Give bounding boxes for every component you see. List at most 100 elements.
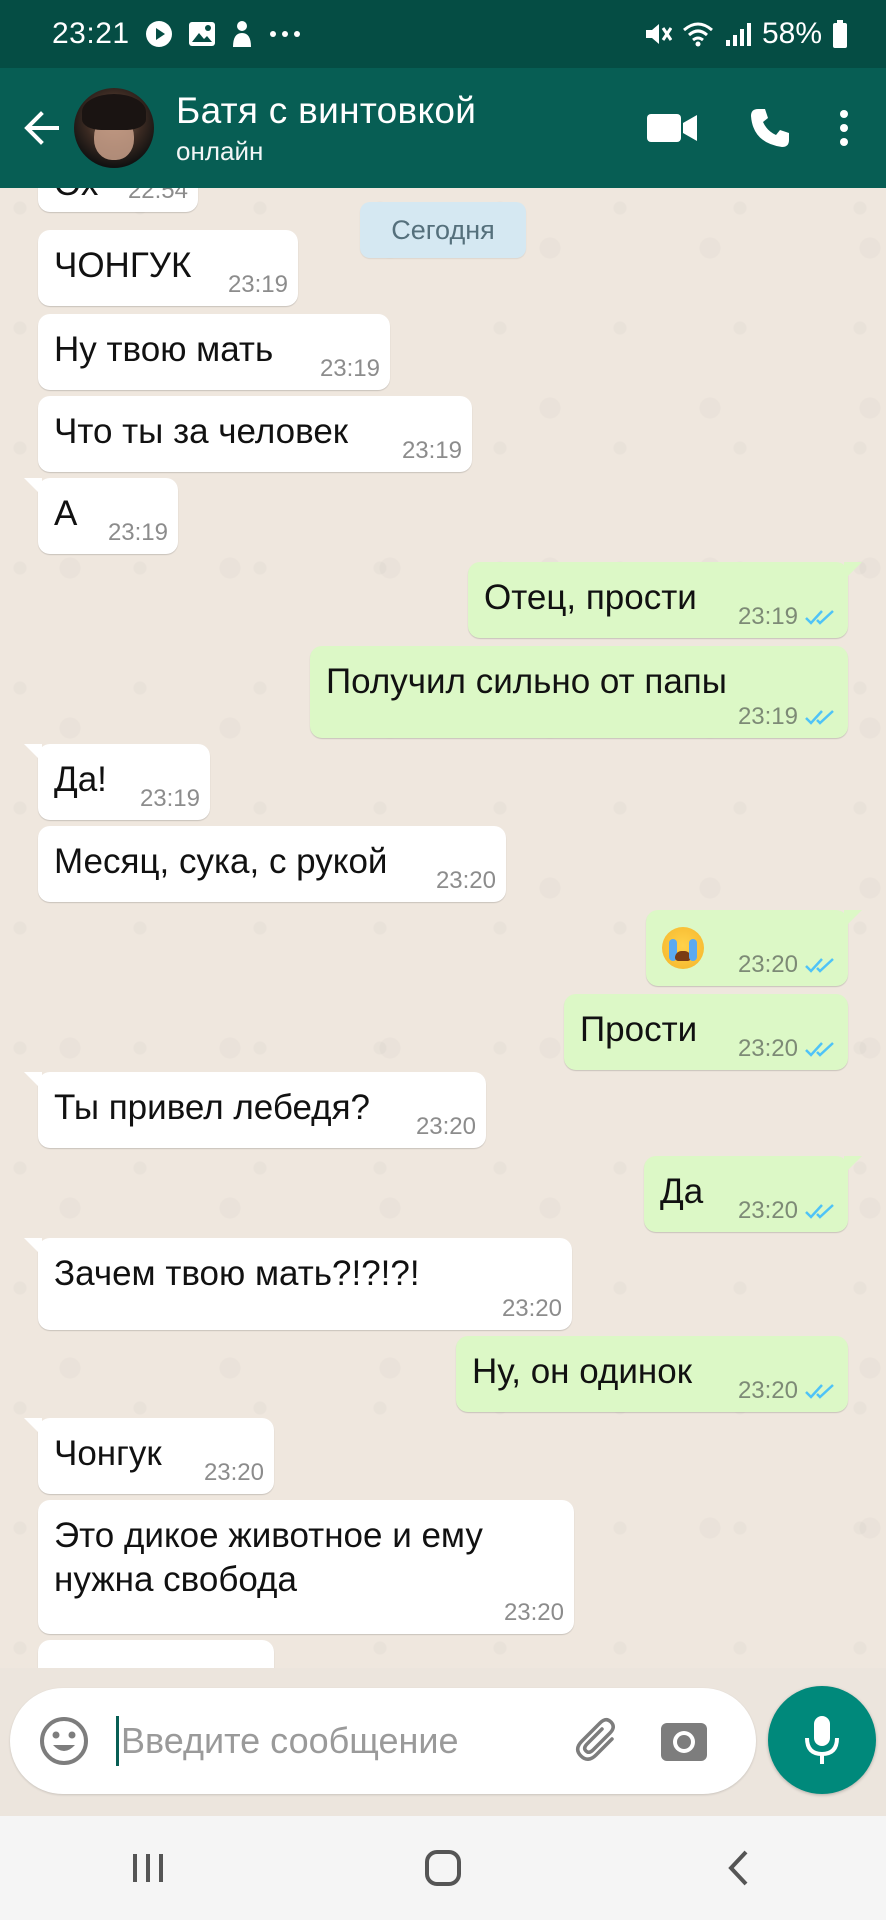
message-bubble-incoming[interactable]: Зачем твою мать?!?!?! 23:20 [24, 1238, 572, 1330]
voice-call-button[interactable] [730, 88, 810, 168]
home-button[interactable] [393, 1828, 493, 1908]
message-bubble-outgoing[interactable]: Да 23:20 [644, 1156, 862, 1232]
person-icon [230, 19, 254, 49]
message-text: Да! [54, 760, 107, 799]
message-time: 23:20 [415, 1113, 476, 1140]
read-ticks-icon [805, 958, 834, 973]
more-options-button[interactable] [824, 88, 864, 168]
message-text: Месяц, сука, с рукой [54, 842, 388, 881]
message-text: Получил сильно от папы [326, 662, 727, 701]
chevron-left-icon [728, 1850, 748, 1886]
message-time: 23:20 [203, 1459, 264, 1486]
header-actions [632, 88, 886, 168]
back-nav-button[interactable] [688, 1828, 788, 1908]
message-composer [10, 1688, 756, 1794]
message-text: А [54, 494, 78, 533]
message-text: Ну, он одинок [472, 1352, 693, 1391]
chat-header: Батя с винтовкой онлайн [0, 68, 886, 188]
message-text: Чонгук [54, 1434, 162, 1473]
message-time: 23:19 [107, 519, 168, 546]
message-text: ЧОНГУК [54, 246, 192, 285]
message-text-line: Это дикое животное и ему [54, 1516, 483, 1555]
message-time: 23:19 [401, 437, 462, 464]
voice-record-button[interactable] [768, 1686, 876, 1794]
message-bubble-incoming[interactable]: Месяц, сука, с рукой 23:20 [38, 826, 506, 902]
signal-icon [724, 20, 752, 48]
message-text: Прости [580, 1010, 698, 1049]
camera-button[interactable] [654, 1711, 714, 1771]
chat-messages[interactable]: Ох 22:54 Сегодня ЧОНГУК 23:19 Ну твою ма… [0, 188, 886, 1668]
message-time: 23:19 [737, 703, 798, 730]
message-bubble-incoming[interactable]: Что ты за человек 23:19 [38, 396, 472, 472]
video-call-button[interactable] [632, 88, 712, 168]
message-time: 23:20 [737, 951, 798, 978]
microphone-icon [805, 1716, 839, 1764]
arrow-back-icon [24, 111, 59, 145]
message-text: Что ты за человек [54, 412, 349, 451]
more-dots-icon [268, 29, 302, 39]
message-bubble-incoming[interactable]: ЧОНГУК 23:19 [38, 230, 298, 306]
message-time: 23:19 [139, 785, 200, 812]
message-bubble-incoming[interactable] [38, 1640, 274, 1668]
battery-percent: 58% [761, 17, 822, 50]
message-input[interactable] [116, 1716, 556, 1766]
contact-status: онлайн [176, 135, 264, 166]
system-navigation-bar [0, 1816, 886, 1920]
read-ticks-icon [805, 1042, 834, 1057]
more-vert-icon [840, 110, 848, 146]
message-time: 23:20 [435, 867, 496, 894]
notification-icons [144, 19, 302, 49]
message-text: Ты привел лебедя? [54, 1088, 371, 1127]
contact-info[interactable]: Батя с винтовкой онлайн [176, 90, 476, 167]
message-time: 23:20 [737, 1197, 798, 1224]
message-bubble-incoming[interactable]: Ты привел лебедя? 23:20 [24, 1072, 486, 1148]
crying-face-icon [662, 926, 704, 969]
message-time: 23:20 [737, 1377, 798, 1404]
message-text-line: нужна свобода [54, 1560, 297, 1599]
read-ticks-icon [805, 1204, 834, 1219]
phone-icon [751, 109, 789, 147]
message-bubble-outgoing[interactable]: Отец, прости 23:19 [468, 562, 862, 638]
message-time: 23:20 [737, 1035, 798, 1062]
paperclip-icon [576, 1718, 615, 1761]
message-time: 23:20 [501, 1295, 562, 1322]
message-bubble-outgoing[interactable]: Получил сильно от папы 23:19 [310, 646, 848, 738]
back-button[interactable] [10, 98, 72, 158]
message-bubble-outgoing[interactable]: Прости 23:20 [564, 994, 848, 1070]
read-ticks-icon [805, 610, 834, 625]
recent-apps-button[interactable] [98, 1828, 198, 1908]
video-call-icon [647, 114, 697, 142]
message-time: 23:19 [227, 271, 288, 298]
message-time: 22:54 [127, 188, 188, 204]
read-ticks-icon [805, 710, 834, 725]
attach-button[interactable] [568, 1711, 628, 1771]
message-bubble-incoming[interactable]: Ну твою мать 23:19 [38, 314, 390, 390]
message-bubble-incoming[interactable]: Чонгук 23:20 [24, 1418, 274, 1494]
image-icon [188, 21, 216, 47]
read-ticks-icon [805, 1384, 834, 1399]
message-bubble-incoming[interactable]: Это дикое животное и ему нужна свобода 2… [38, 1500, 574, 1634]
date-label: Сегодня [391, 214, 495, 245]
emoji-icon [40, 1717, 88, 1765]
message-bubble-incoming[interactable]: Да! 23:19 [24, 744, 210, 820]
camera-icon [661, 1723, 707, 1761]
contact-name: Батя с винтовкой [176, 89, 477, 131]
message-bubble-incoming[interactable]: А 23:19 [24, 478, 178, 554]
emoji-button[interactable] [36, 1713, 92, 1769]
message-time: 23:19 [319, 355, 380, 382]
message-time: 23:20 [503, 1599, 564, 1626]
message-bubble-incoming[interactable]: Ох 22:54 [38, 188, 198, 212]
message-time: 23:19 [737, 603, 798, 630]
status-time: 23:21 [52, 17, 130, 50]
date-separator: Сегодня [360, 202, 526, 258]
message-bubble-outgoing[interactable]: Ну, он одинок 23:20 [456, 1336, 848, 1412]
avatar[interactable] [74, 88, 154, 168]
message-text: Зачем твою мать?!?!?! [54, 1254, 420, 1293]
message-text: Ох [54, 188, 98, 203]
wifi-icon [682, 20, 714, 48]
message-bubble-outgoing[interactable]: 23:20 [646, 910, 862, 986]
system-indicators: 58% [642, 17, 848, 51]
recent-apps-icon [132, 1854, 163, 1882]
play-icon [144, 19, 174, 49]
home-icon [424, 1850, 461, 1886]
